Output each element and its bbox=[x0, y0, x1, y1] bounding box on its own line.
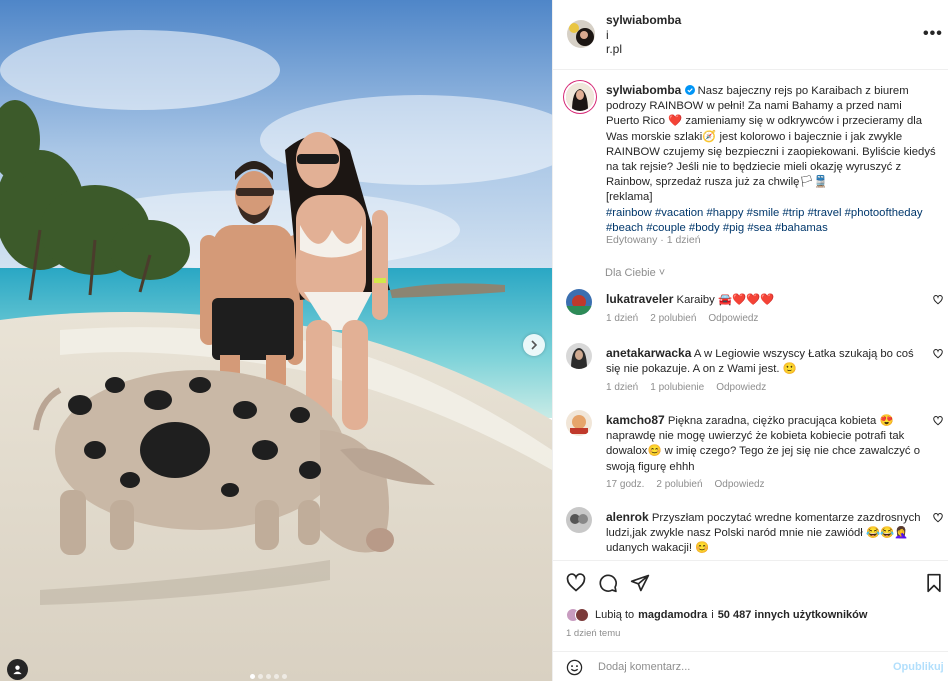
commenter-avatar[interactable] bbox=[566, 289, 592, 315]
comment-reply-button[interactable]: Odpowiedz bbox=[708, 313, 758, 324]
comment-composer: Opublikuj bbox=[553, 651, 948, 681]
avatar-image bbox=[566, 289, 592, 315]
post-photo[interactable] bbox=[0, 0, 552, 681]
comment-body: alenrok Przyszłam poczytać wredne koment… bbox=[606, 510, 926, 557]
carousel-dot bbox=[250, 674, 255, 679]
edited-timestamp: Edytowany · 1 dzień bbox=[606, 234, 701, 246]
comment-icon[interactable] bbox=[598, 573, 618, 593]
comment-username[interactable]: lukatraveler bbox=[606, 292, 673, 306]
header-collaborator[interactable]: r.pl bbox=[606, 42, 622, 56]
post-header: sylwiabomba i r.pl ••• bbox=[553, 0, 948, 70]
comment-username[interactable]: anetakarwacka bbox=[606, 346, 691, 360]
user-tag-icon bbox=[13, 665, 22, 675]
carousel-dot bbox=[258, 674, 263, 679]
bookmark-icon[interactable] bbox=[925, 573, 943, 593]
comments-scroll[interactable]: sylwiabomba Nasz bajeczny rejs po Karaib… bbox=[553, 71, 948, 557]
post-timestamp: 1 dzień temu bbox=[566, 628, 621, 639]
publish-button[interactable]: Opublikuj bbox=[893, 661, 944, 673]
avatar-image bbox=[566, 343, 592, 369]
caption-ad-label: [reklama] bbox=[606, 191, 653, 204]
comment-meta: 1 dzień 1 polubienie Odpowiedz bbox=[606, 382, 766, 393]
carousel-dots bbox=[250, 674, 287, 679]
like-comment-heart-icon[interactable] bbox=[933, 349, 943, 359]
commenter-avatar[interactable] bbox=[566, 410, 592, 436]
comment-username[interactable]: alenrok bbox=[606, 510, 649, 524]
likes-prefix: Lubią to bbox=[595, 609, 635, 621]
caption-avatar[interactable] bbox=[566, 83, 594, 111]
comment-input[interactable] bbox=[598, 658, 878, 676]
for-you-filter[interactable]: Dla Ciebie ˅ bbox=[605, 267, 665, 279]
comment-likes[interactable]: 2 polubień bbox=[650, 313, 696, 324]
liker-avatar bbox=[575, 608, 589, 622]
avatar-image bbox=[566, 507, 592, 533]
chevron-right-icon bbox=[531, 340, 538, 350]
comment-likes[interactable]: 2 polubień bbox=[656, 479, 702, 490]
caption-hashtags[interactable]: #rainbow #vacation #happy #smile #trip #… bbox=[606, 207, 923, 234]
comment-text: Karaiby 🚘❤️❤️❤️ bbox=[676, 294, 775, 306]
header-separator: i bbox=[606, 28, 609, 42]
comment-text: Przyszłam poczytać wredne komentarze zaz… bbox=[606, 512, 921, 555]
header-username[interactable]: sylwiabomba bbox=[606, 13, 681, 27]
emoji-icon[interactable] bbox=[566, 659, 583, 676]
likes-count[interactable]: 50 487 innych użytkowników bbox=[718, 609, 868, 621]
more-options-icon[interactable]: ••• bbox=[923, 25, 943, 43]
avatar-image bbox=[566, 83, 594, 111]
comment-likes[interactable]: 1 polubienie bbox=[650, 382, 704, 393]
comment-body: lukatraveler Karaiby 🚘❤️❤️❤️ bbox=[606, 292, 926, 308]
carousel-dot bbox=[274, 674, 279, 679]
author-avatar[interactable] bbox=[567, 20, 595, 48]
comment-meta: 1 dzień 2 polubień Odpowiedz bbox=[606, 313, 758, 324]
comment-meta: 17 godz. 2 polubień Odpowiedz bbox=[606, 479, 765, 490]
avatar-image bbox=[567, 20, 595, 48]
like-comment-heart-icon[interactable] bbox=[933, 513, 943, 523]
likes-middle: i bbox=[711, 609, 714, 621]
like-comment-heart-icon[interactable] bbox=[933, 416, 943, 426]
caption-username[interactable]: sylwiabomba bbox=[606, 83, 681, 97]
commenter-avatar[interactable] bbox=[566, 507, 592, 533]
caption-text: Nasz bajeczny rejs po Karaibach z biurem… bbox=[606, 85, 936, 189]
share-icon[interactable] bbox=[630, 573, 650, 593]
likes-summary[interactable]: Lubią to magdamodra i 50 487 innych użyt… bbox=[566, 608, 867, 622]
avatar-image bbox=[566, 410, 592, 436]
heart-icon[interactable] bbox=[566, 573, 586, 593]
comment-reply-button[interactable]: Odpowiedz bbox=[716, 382, 766, 393]
comment-body: kamcho87 Piękna zaradna, ciężko pracując… bbox=[606, 413, 926, 475]
post-side-panel: sylwiabomba i r.pl ••• sylwiabomba Nasz … bbox=[552, 0, 948, 681]
user-tag-button[interactable] bbox=[7, 659, 28, 680]
photo-image bbox=[0, 0, 552, 681]
carousel-dot bbox=[266, 674, 271, 679]
carousel-dot bbox=[282, 674, 287, 679]
post-caption: sylwiabomba Nasz bajeczny rejs po Karaib… bbox=[606, 83, 936, 236]
comment-time: 1 dzień bbox=[606, 313, 639, 324]
comment-body: anetakarwacka A w Legiowie wszyscy Łatka… bbox=[606, 346, 926, 377]
verified-icon bbox=[684, 85, 695, 95]
comment-time: 17 godz. bbox=[606, 479, 645, 490]
likes-user[interactable]: magdamodra bbox=[638, 609, 707, 621]
like-comment-heart-icon[interactable] bbox=[933, 295, 943, 305]
post-actions: Lubią to magdamodra i 50 487 innych użyt… bbox=[553, 560, 948, 680]
comment-username[interactable]: kamcho87 bbox=[606, 413, 665, 427]
commenter-avatar[interactable] bbox=[566, 343, 592, 369]
next-slide-button[interactable] bbox=[523, 334, 545, 356]
comment-time: 1 dzień bbox=[606, 382, 639, 393]
comment-reply-button[interactable]: Odpowiedz bbox=[715, 479, 765, 490]
